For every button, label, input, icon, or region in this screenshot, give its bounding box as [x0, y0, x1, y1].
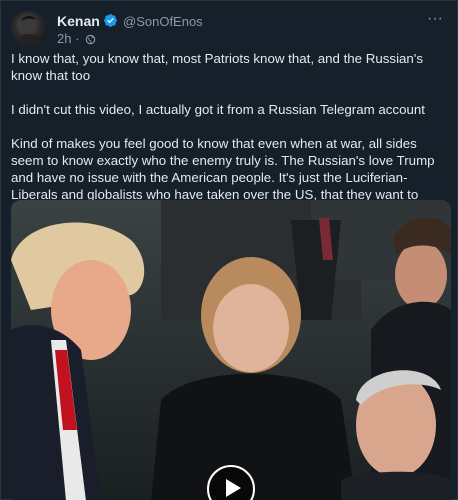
post-paragraph: I didn't cut this video, I actually got …	[11, 102, 425, 117]
video-frame	[11, 200, 451, 500]
verified-badge-icon	[103, 13, 118, 28]
author-display-name[interactable]: Kenan	[57, 13, 100, 29]
post-card: Kenan @SonOfEnos 2h · ··· I know that, y…	[0, 0, 458, 500]
post-timestamp[interactable]: 2h	[57, 31, 71, 46]
post-header: Kenan @SonOfEnos 2h · ···	[11, 11, 447, 47]
more-options-button[interactable]: ···	[423, 11, 447, 29]
meta-separator: ·	[75, 31, 80, 46]
author-handle[interactable]: @SonOfEnos	[123, 14, 203, 29]
globe-icon	[85, 33, 96, 48]
post-paragraph: I know that, you know that, most Patriot…	[11, 51, 423, 83]
avatar[interactable]	[11, 11, 47, 47]
author-info: Kenan @SonOfEnos 2h ·	[57, 13, 407, 47]
avatar-image	[15, 15, 44, 47]
post-meta: 2h ·	[57, 31, 96, 48]
video-player[interactable]	[11, 200, 451, 500]
